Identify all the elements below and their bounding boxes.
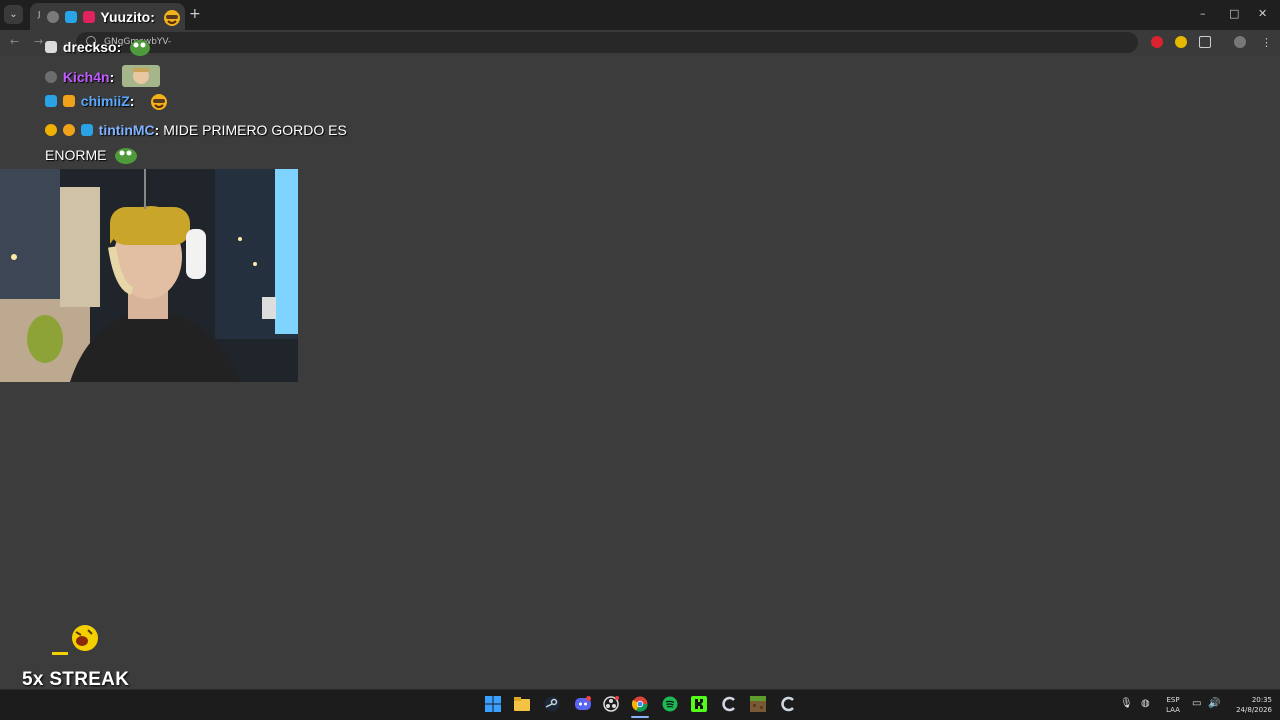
language-indicator[interactable]: ESP LAA: [1162, 695, 1184, 715]
maximize-button[interactable]: □: [1229, 7, 1239, 20]
chat-message-text: MIDE PRIMERO GORDO ES: [163, 122, 347, 138]
chat-separator: :: [116, 39, 122, 55]
discord-icon[interactable]: [575, 696, 591, 712]
badge-icon: [45, 95, 57, 107]
badge-icon: [45, 124, 57, 136]
network-icon[interactable]: ◍: [1141, 699, 1150, 709]
minecraft-icon[interactable]: [750, 696, 766, 712]
tab-title: J: [38, 10, 41, 19]
app-c-icon[interactable]: [721, 696, 737, 712]
extension-icon-red[interactable]: [1151, 36, 1163, 48]
volume-icon[interactable]: 🔊: [1208, 699, 1220, 709]
laughing-emoji-icon: [52, 625, 98, 655]
steam-icon[interactable]: [544, 696, 560, 712]
spotify-icon[interactable]: [662, 696, 678, 712]
desktop-screen: ⌄ J + – □ ✕ ← → GNgGmswbYV- ⋮ Yuuzito: d…: [0, 0, 1280, 720]
clock[interactable]: 20:35 24/8/2026: [1226, 695, 1272, 715]
chat-message: Yuuzito:: [47, 9, 181, 27]
badge-icon: [64, 11, 77, 23]
badge-icon: [45, 41, 57, 53]
chat-separator: :: [109, 69, 115, 85]
badge-icon: [45, 71, 57, 83]
badge-icon: [47, 11, 59, 23]
microphone-icon[interactable]: 🎙: [1120, 699, 1133, 709]
chrome-icon[interactable]: [632, 696, 648, 712]
file-explorer-icon[interactable]: [514, 696, 530, 712]
emote-icon: [163, 10, 180, 26]
chat-message: drecksо:: [45, 37, 151, 57]
chat-message: chimiiZ:: [45, 93, 168, 111]
pepe-emote-icon: [115, 148, 138, 164]
clock-date: 24/8/2026: [1236, 706, 1272, 714]
chat-message: tintinMC: MIDE PRIMERO GORDO ES: [45, 122, 347, 138]
chat-username: tintinMC: [98, 122, 155, 138]
badge-icon: [82, 11, 95, 23]
chat-separator: :: [150, 9, 155, 25]
new-tab-button[interactable]: +: [189, 6, 201, 22]
chat-username: Yuuzito: [100, 9, 151, 25]
clock-time: 20:35: [1251, 696, 1272, 704]
chat-username: chimiiZ: [80, 93, 130, 109]
chat-message-text: ENORME: [45, 147, 107, 163]
obs-icon[interactable]: [603, 696, 619, 712]
badge-icon: [62, 124, 75, 136]
kick-icon[interactable]: [691, 696, 707, 712]
chat-message: Kich4n:: [45, 65, 161, 87]
webcam-feed: [0, 169, 298, 382]
profile-avatar[interactable]: [1234, 36, 1246, 48]
badge-icon: [80, 124, 93, 136]
extension-icon-yellow[interactable]: [1175, 36, 1187, 48]
language-code: ESP: [1166, 696, 1180, 704]
active-app-indicator: [631, 716, 649, 718]
chat-username: Kich4n: [62, 69, 110, 85]
tab-search-button[interactable]: ⌄: [4, 5, 23, 24]
badge-icon: [62, 95, 75, 107]
minimize-button[interactable]: –: [1200, 7, 1206, 20]
chat-message-continuation: ENORME: [45, 145, 138, 165]
forward-button[interactable]: →: [34, 35, 43, 48]
face-emote-icon: [122, 65, 161, 87]
address-bar[interactable]: [76, 32, 1138, 53]
back-button[interactable]: ←: [10, 35, 19, 48]
extensions-puzzle-icon[interactable]: [1199, 36, 1211, 48]
display-icon[interactable]: ▭: [1192, 699, 1201, 709]
chat-separator: :: [129, 93, 135, 109]
chat-username: drecksо: [62, 39, 117, 55]
streak-counter: 5x STREAK: [22, 669, 130, 690]
emote-icon: [151, 94, 168, 110]
app-c2-icon[interactable]: [780, 696, 796, 712]
windows-start-icon[interactable]: [485, 696, 501, 712]
close-button[interactable]: ✕: [1258, 7, 1267, 20]
chat-separator: :: [154, 122, 160, 138]
webcam-image: [0, 169, 298, 382]
layout-code: LAA: [1166, 706, 1180, 714]
browser-menu-icon[interactable]: ⋮: [1261, 36, 1272, 49]
pepe-emote-icon: [130, 40, 151, 56]
